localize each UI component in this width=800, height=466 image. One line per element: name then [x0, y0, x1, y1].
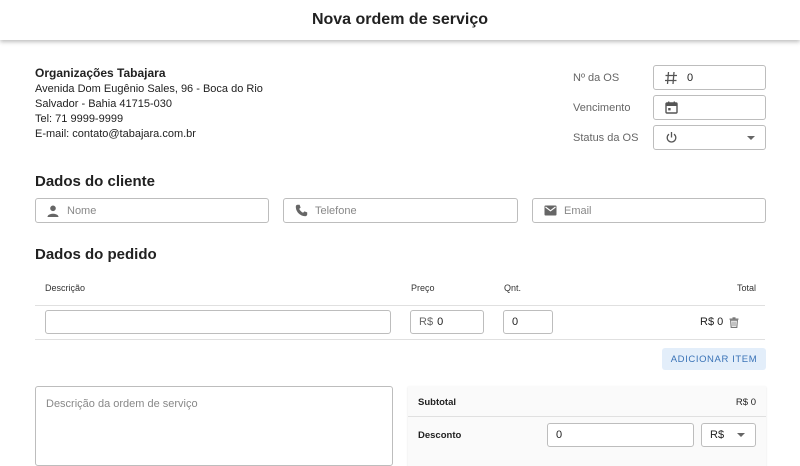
chevron-down-icon	[747, 135, 755, 140]
service-description-textarea[interactable]: Descrição da ordem de serviço	[35, 386, 393, 466]
calendar-icon	[663, 100, 679, 116]
power-icon	[663, 130, 679, 146]
status-select[interactable]	[653, 125, 766, 150]
item-description-input[interactable]	[45, 310, 391, 334]
os-number-value: 0	[687, 71, 694, 84]
item-price-currency: R$	[419, 316, 434, 328]
client-section-title: Dados do cliente	[35, 173, 156, 190]
item-price-input[interactable]: R$ 0	[410, 310, 484, 334]
page-title: Nova ordem de serviço	[311, 11, 489, 28]
phone-icon	[293, 203, 309, 219]
service-description-placeholder: Descrição da ordem de serviço	[46, 398, 198, 410]
company-email: E-mail: contato@tabajara.com.br	[35, 128, 196, 140]
client-phone-input[interactable]: Telefone	[283, 198, 518, 223]
table-divider	[35, 339, 765, 340]
add-item-button[interactable]: Adicionar item	[662, 348, 766, 370]
column-header-total: Total	[736, 283, 756, 293]
os-number-field[interactable]: 0	[653, 65, 766, 90]
column-header-price: Preço	[411, 283, 435, 293]
item-total: R$ 0	[700, 316, 739, 328]
column-header-description: Descrição	[45, 283, 86, 293]
item-qty-value: 0	[512, 316, 519, 328]
app-bar: Nova ordem de serviço	[0, 0, 800, 40]
client-name-placeholder: Nome	[67, 204, 97, 217]
subtotal-label: Subtotal	[418, 397, 456, 408]
discount-unit-select[interactable]: R$	[701, 423, 756, 447]
due-date-field[interactable]	[653, 95, 766, 120]
chevron-down-icon	[737, 433, 745, 437]
company-address-line2: Salvador - Bahia 41715-030	[35, 98, 172, 110]
client-phone-placeholder: Telefone	[315, 204, 357, 217]
status-label: Status da OS	[573, 132, 639, 144]
discount-input[interactable]: 0	[547, 423, 694, 447]
company-phone: Tel: 71 9999-9999	[35, 113, 124, 125]
mail-icon	[542, 203, 558, 219]
column-header-qty: Qnt.	[504, 283, 522, 293]
hash-icon	[663, 70, 679, 86]
table-divider	[35, 305, 765, 306]
item-total-value: R$ 0	[700, 316, 724, 328]
order-section-title: Dados do pedido	[35, 246, 157, 263]
os-number-label: Nº da OS	[573, 72, 620, 84]
client-email-placeholder: Email	[564, 204, 592, 217]
discount-label: Desconto	[418, 430, 462, 441]
discount-value: 0	[556, 429, 563, 441]
due-date-label: Vencimento	[573, 102, 631, 114]
company-address-line1: Avenida Dom Eugênio Sales, 96 - Boca do …	[35, 83, 263, 95]
summary-panel: Subtotal R$ 0 Desconto 0 R$	[408, 386, 766, 466]
trash-icon[interactable]	[729, 316, 739, 328]
item-qty-input[interactable]: 0	[503, 310, 553, 334]
company-info: Organizações Tabajara Avenida Dom Eugêni…	[35, 66, 263, 142]
client-email-input[interactable]: Email	[532, 198, 766, 223]
summary-divider	[408, 416, 766, 417]
subtotal-value: R$ 0	[735, 397, 756, 408]
person-icon	[45, 203, 61, 219]
company-name: Organizações Tabajara	[35, 66, 166, 80]
item-price-value: 0	[437, 316, 444, 328]
discount-unit-value: R$	[710, 429, 725, 441]
client-name-input[interactable]: Nome	[35, 198, 269, 223]
